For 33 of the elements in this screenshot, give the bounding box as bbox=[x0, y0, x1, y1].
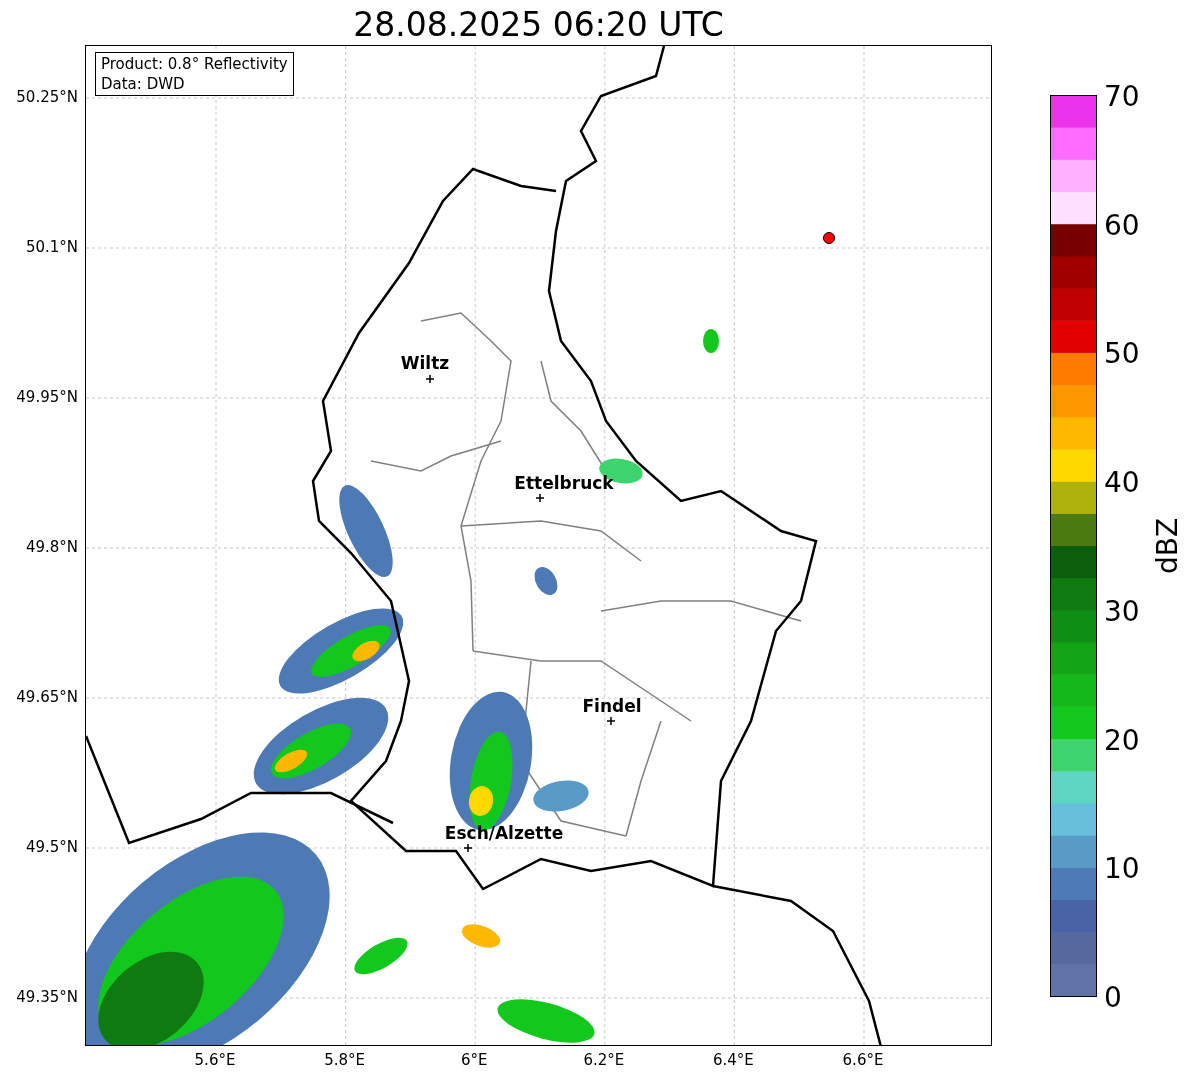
city-label: Esch/Alzette bbox=[444, 823, 564, 843]
chart-title: 28.08.2025 06:20 UTC bbox=[352, 4, 725, 46]
colorbar-tick-label: 50 bbox=[1104, 338, 1140, 371]
latitude-tick-label: 49.8°N bbox=[25, 538, 78, 556]
latitude-tick-label: 49.65°N bbox=[16, 688, 78, 706]
info-text: Data: DWD bbox=[101, 74, 186, 94]
colorbar-label: dBZ bbox=[1152, 517, 1184, 575]
colorbar-tick-label: 70 bbox=[1104, 81, 1140, 113]
city-label: Ettelbruck bbox=[514, 473, 614, 493]
latitude-tick-label: 49.35°N bbox=[16, 988, 78, 1006]
longitude-tick-label: 5.6°E bbox=[194, 1051, 236, 1069]
city-label: Wiltz bbox=[400, 353, 450, 373]
city-label: Findel bbox=[582, 696, 642, 716]
city-marker-icon bbox=[536, 494, 544, 502]
info-text: Product: 0.8° Reflectivity bbox=[101, 54, 288, 74]
longitude-tick-label: 6°E bbox=[460, 1051, 488, 1069]
city-marker-icon bbox=[464, 844, 472, 852]
longitude-tick-label: 6.6°E bbox=[842, 1051, 884, 1069]
colorbar-tick-label: 10 bbox=[1104, 853, 1140, 886]
colorbar-tick-label: 0 bbox=[1104, 981, 1122, 1014]
longitude-tick-label: 6.4°E bbox=[712, 1051, 754, 1069]
latitude-tick-label: 49.5°N bbox=[25, 838, 78, 856]
colorbar-tick-label: 20 bbox=[1104, 724, 1140, 757]
colorbar-tick-label: 40 bbox=[1104, 467, 1140, 500]
latitude-tick-label: 50.1°N bbox=[25, 238, 78, 256]
colorbar-tick-label: 30 bbox=[1104, 595, 1140, 628]
longitude-tick-label: 6.2°E bbox=[583, 1051, 625, 1069]
colorbar-tick-label: 60 bbox=[1104, 209, 1140, 242]
city-marker-icon bbox=[607, 717, 615, 725]
latitude-tick-label: 50.25°N bbox=[16, 88, 78, 106]
longitude-tick-label: 5.8°E bbox=[324, 1051, 365, 1069]
city-marker-icon bbox=[426, 375, 434, 383]
latitude-tick-label: 49.95°N bbox=[16, 388, 78, 406]
